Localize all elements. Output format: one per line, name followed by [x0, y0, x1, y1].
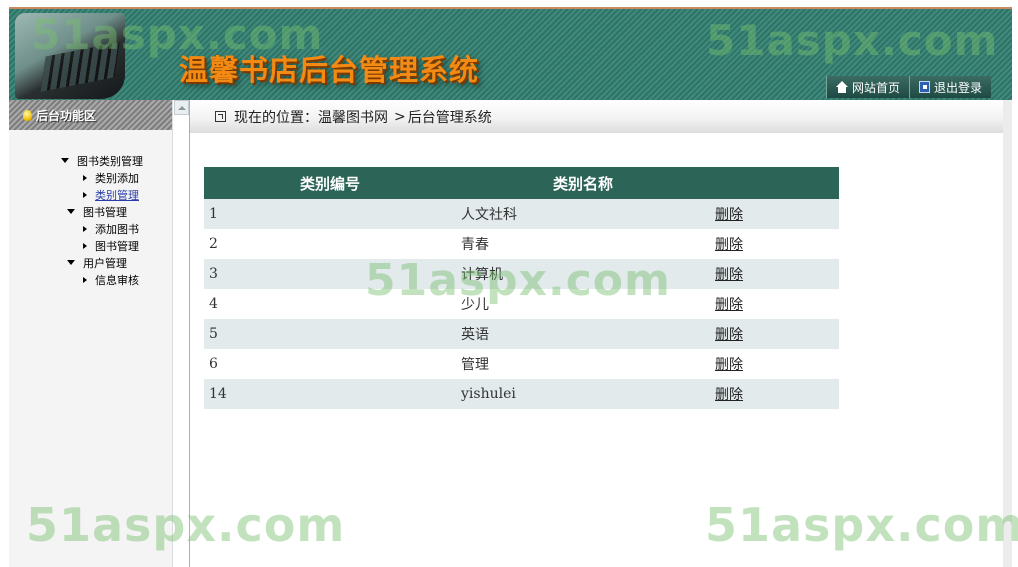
delete-link[interactable]: 删除 — [715, 327, 743, 343]
tree-group-books: 图书管理 添加图书 图书管理 — [67, 203, 172, 254]
delete-link[interactable]: 删除 — [715, 237, 743, 253]
caret-right-icon — [83, 225, 87, 232]
breadcrumb-site[interactable]: 温馨图书网 — [318, 107, 388, 127]
sidebar-item-review-info[interactable]: 信息审核 — [83, 271, 172, 288]
delete-link[interactable]: 删除 — [715, 297, 743, 313]
caret-down-icon — [67, 209, 75, 214]
tree-group-toggle[interactable]: 图书管理 — [67, 203, 172, 220]
sidebar-item-label: 图书管理 — [95, 239, 139, 253]
breadcrumb: 现在的位置： 温馨图书网 > 后台管理系统 — [190, 100, 1003, 133]
sidebar-item-label: 信息审核 — [95, 273, 139, 287]
tree-children: 添加图书 图书管理 — [67, 220, 172, 254]
sidebar-title: 后台功能区 — [36, 108, 97, 123]
tree-group-toggle[interactable]: 用户管理 — [67, 254, 172, 271]
table-row: 4 少儿 删除 — [204, 289, 839, 319]
home-link[interactable]: 网站首页 — [826, 76, 910, 98]
content-right-border — [1003, 100, 1012, 567]
category-name: 人文社科 — [456, 199, 710, 229]
table-row: 3 计算机 删除 — [204, 259, 839, 289]
watermark: 51aspx.com — [705, 498, 1018, 552]
category-table: 类别编号 类别名称 1 人文社科 删除 2 青春 删除 3 计算机 删除 4 少… — [204, 167, 839, 409]
caret-down-icon — [67, 260, 75, 265]
sidebar-item-manage-category[interactable]: 类别管理 — [83, 186, 172, 203]
column-header-name: 类别名称 — [456, 167, 710, 199]
category-id: 5 — [204, 319, 456, 349]
delete-link[interactable]: 删除 — [715, 357, 743, 373]
home-link-label: 网站首页 — [852, 80, 901, 95]
home-icon — [836, 81, 848, 93]
tree-group-category: 图书类别管理 类别添加 类别管理 — [61, 152, 172, 203]
sidebar-header: 后台功能区 — [9, 100, 172, 130]
delete-link[interactable]: 删除 — [715, 207, 743, 223]
category-name: 少儿 — [456, 289, 710, 319]
category-id: 3 — [204, 259, 456, 289]
location-icon — [215, 111, 226, 122]
category-name: 计算机 — [456, 259, 710, 289]
logout-link[interactable]: 退出登录 — [909, 76, 992, 98]
tree-group-users: 用户管理 信息审核 — [67, 254, 172, 288]
table-row: 14 yishulei 删除 — [204, 379, 839, 409]
tree-group-label: 图书类别管理 — [77, 154, 143, 168]
caret-right-icon — [83, 276, 87, 283]
tree-children: 信息审核 — [67, 271, 172, 288]
tree-group-label: 图书管理 — [83, 205, 127, 219]
column-header-action — [710, 167, 839, 199]
tree-group-toggle[interactable]: 图书类别管理 — [61, 152, 172, 169]
category-id: 4 — [204, 289, 456, 319]
lightbulb-icon — [23, 109, 32, 121]
sidebar-item-label: 类别管理 — [95, 188, 139, 202]
breadcrumb-prefix: 现在的位置： — [234, 109, 318, 126]
phone-illustration — [15, 13, 125, 99]
function-tree: 图书类别管理 类别添加 类别管理 图书管理 添加图书 图书管理 用户管理 信息审… — [9, 152, 172, 288]
table-row: 1 人文社科 删除 — [204, 199, 839, 229]
category-id: 1 — [204, 199, 456, 229]
caret-down-icon — [61, 158, 69, 163]
logout-link-label: 退出登录 — [934, 80, 983, 95]
breadcrumb-separator: > — [394, 108, 406, 125]
caret-right-icon — [83, 191, 87, 198]
frame-divider — [189, 100, 190, 567]
logout-icon — [919, 81, 931, 93]
site-title: 温馨书店后台管理系统 — [179, 53, 480, 87]
sidebar-item-add-book[interactable]: 添加图书 — [83, 220, 172, 237]
tree-group-label: 用户管理 — [83, 256, 127, 270]
delete-link[interactable]: 删除 — [715, 267, 743, 283]
tree-children: 类别添加 类别管理 — [61, 169, 172, 203]
category-id: 2 — [204, 229, 456, 259]
top-links: 网站首页 退出登录 — [826, 76, 992, 98]
category-name: 管理 — [456, 349, 710, 379]
sidebar: 后台功能区 图书类别管理 类别添加 类别管理 图书管理 添加图书 图书管理 用户… — [9, 100, 173, 567]
sidebar-item-add-category[interactable]: 类别添加 — [83, 169, 172, 186]
table-row: 2 青春 删除 — [204, 229, 839, 259]
category-name: 英语 — [456, 319, 710, 349]
delete-link[interactable]: 删除 — [715, 387, 743, 403]
caret-right-icon — [83, 174, 87, 181]
scroll-up-button[interactable] — [174, 100, 189, 115]
keypad-graphic — [40, 42, 120, 92]
table-header-row: 类别编号 类别名称 — [204, 167, 839, 199]
category-id: 6 — [204, 349, 456, 379]
category-id: 14 — [204, 379, 456, 409]
table-row: 6 管理 删除 — [204, 349, 839, 379]
breadcrumb-current: 后台管理系统 — [407, 109, 492, 126]
column-header-id: 类别编号 — [204, 167, 456, 199]
caret-right-icon — [83, 242, 87, 249]
table-row: 5 英语 删除 — [204, 319, 839, 349]
sidebar-item-label: 类别添加 — [95, 171, 139, 185]
sidebar-item-label: 添加图书 — [95, 222, 139, 236]
sidebar-item-manage-books[interactable]: 图书管理 — [83, 237, 172, 254]
category-name: yishulei — [456, 379, 710, 409]
category-name: 青春 — [456, 229, 710, 259]
